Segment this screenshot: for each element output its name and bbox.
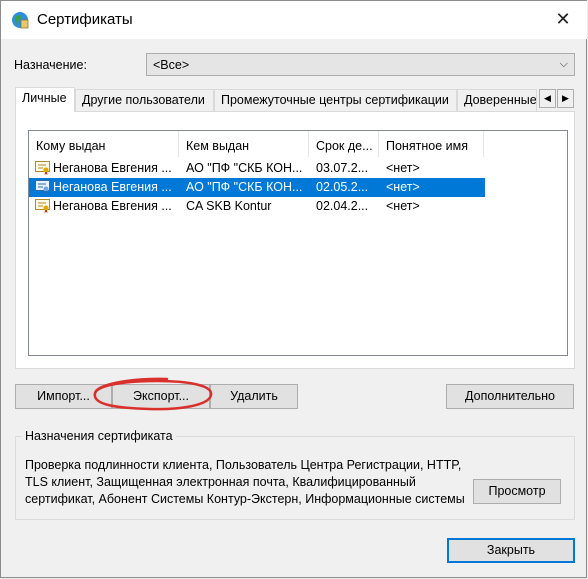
tab-trusted[interactable]: Доверенные <box>457 89 537 111</box>
certificate-icon <box>35 161 50 175</box>
red-circle-annotation <box>93 377 213 411</box>
cell-expiration: 03.07.2... <box>316 161 369 175</box>
chevron-down-icon: ⌵ <box>559 58 568 70</box>
purpose-line: сертификат, Абонент Системы Контур-Эксте… <box>25 492 465 506</box>
globe-icon <box>12 12 29 29</box>
cell-issued-by: CA SKB Kontur <box>186 199 272 213</box>
cell-expiration: 02.04.2... <box>316 199 369 213</box>
title-bar: Сертификаты ✕ <box>1 1 587 39</box>
cell-issued-to: Неганова Евгения ... <box>53 180 172 194</box>
cell-expiration: 02.05.2... <box>316 180 369 194</box>
table-row[interactable]: Неганова Евгения ... CA SKB Kontur 02.04… <box>29 197 485 216</box>
purpose-select-value: <Все> <box>153 58 190 72</box>
cell-friendly-name: <нет> <box>386 161 420 175</box>
cell-issued-by: АО "ПФ "СКБ КОН... <box>186 180 303 194</box>
cell-issued-to: Неганова Евгения ... <box>53 161 172 175</box>
column-header-issued-to[interactable]: Кому выдан <box>29 131 179 157</box>
window-title: Сертификаты <box>37 11 133 28</box>
certificate-icon <box>35 199 50 213</box>
purpose-line: Проверка подлинности клиента, Пользовате… <box>25 458 462 472</box>
cell-issued-to: Неганова Евгения ... <box>53 199 172 213</box>
cell-friendly-name: <нет> <box>386 180 420 194</box>
tab-other-people[interactable]: Другие пользователи <box>75 89 214 111</box>
view-button[interactable]: Просмотр <box>473 479 561 504</box>
certificates-dialog: Сертификаты ✕ Назначение: <Все> ⌵ Личные… <box>0 0 587 578</box>
certificate-icon <box>35 180 50 194</box>
close-icon[interactable]: ✕ <box>553 9 573 29</box>
delete-button[interactable]: Удалить <box>210 384 298 409</box>
close-button[interactable]: Закрыть <box>447 538 575 563</box>
column-header-friendly-name[interactable]: Понятное имя <box>379 131 484 157</box>
tab-scroll-left-icon[interactable]: ◀ <box>539 89 556 108</box>
tab-scroll-right-icon[interactable]: ▶ <box>557 89 574 108</box>
column-header-expiration[interactable]: Срок де... <box>309 131 379 157</box>
tab-intermediate-ca[interactable]: Промежуточные центры сертификации <box>214 89 457 111</box>
certificate-purposes-title: Назначения сертификата <box>22 429 176 443</box>
tab-personal[interactable]: Личные <box>15 87 75 112</box>
table-row-selected[interactable]: Неганова Евгения ... АО "ПФ "СКБ КОН... … <box>29 178 485 197</box>
purpose-select[interactable]: <Все> ⌵ <box>146 53 575 76</box>
purpose-line: TLS клиент, Защищенная электронная почта… <box>25 475 416 489</box>
column-header-issued-by[interactable]: Кем выдан <box>179 131 309 157</box>
advanced-button[interactable]: Дополнительно <box>446 384 574 409</box>
table-row[interactable]: Неганова Евгения ... АО "ПФ "СКБ КОН... … <box>29 159 485 178</box>
purpose-label: Назначение: <box>14 58 87 72</box>
certificate-purposes-text: Проверка подлинности клиента, Пользовате… <box>25 457 485 508</box>
certificate-list[interactable]: Кому выдан Кем выдан Срок де... Понятное… <box>28 130 568 356</box>
cell-issued-by: АО "ПФ "СКБ КОН... <box>186 161 303 175</box>
cell-friendly-name: <нет> <box>386 199 420 213</box>
